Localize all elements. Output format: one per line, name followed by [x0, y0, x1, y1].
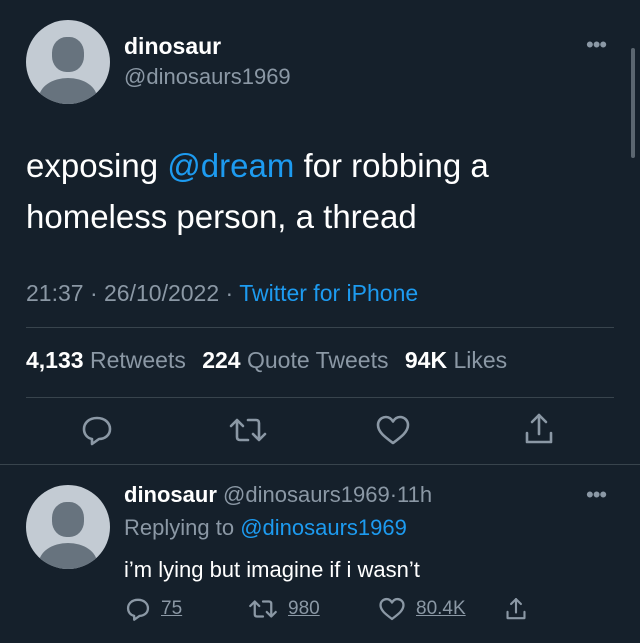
- replying-to: Replying to @dinosaurs1969: [124, 515, 407, 541]
- tweet-text: exposing @dream for robbing a homeless p…: [26, 140, 586, 242]
- more-options-icon[interactable]: •••: [586, 34, 607, 56]
- avatar-head: [52, 502, 84, 537]
- reply-author-name[interactable]: dinosaur: [124, 482, 217, 507]
- share-icon: [506, 598, 526, 620]
- reply-button[interactable]: [80, 413, 114, 447]
- tweet-source-link[interactable]: Twitter for iPhone: [239, 280, 418, 306]
- divider: [26, 397, 614, 398]
- tweet-detail-screen: dinosaur @dinosaurs1969 ••• exposing @dr…: [0, 0, 640, 643]
- scrollbar[interactable]: [631, 48, 635, 158]
- reply-header: dinosaur @dinosaurs1969·11h: [124, 482, 432, 508]
- author-avatar[interactable]: [26, 20, 110, 104]
- replying-to-mention[interactable]: @dinosaurs1969: [240, 515, 407, 540]
- share-button[interactable]: [522, 411, 556, 447]
- likes-count: 94K: [404, 347, 448, 373]
- retweets-count: 4,133: [26, 347, 84, 373]
- reply-age: 11h: [397, 482, 433, 507]
- reply-icon: [126, 598, 150, 621]
- likes-label: Likes: [453, 347, 508, 373]
- author-name[interactable]: dinosaur: [124, 33, 221, 60]
- mention-link[interactable]: @dream: [167, 147, 294, 184]
- quotes-stat[interactable]: 224 Quote Tweets: [202, 347, 388, 373]
- reply-author-handle[interactable]: @dinosaurs1969: [223, 482, 390, 507]
- reply-likes-count: 80.4K: [416, 598, 466, 619]
- quotes-count: 224: [202, 347, 241, 373]
- retweet-icon: [249, 600, 277, 618]
- reply-author-avatar[interactable]: [26, 485, 110, 569]
- reply-separator: ·: [389, 482, 398, 507]
- retweet-button[interactable]: [228, 413, 268, 447]
- divider: [26, 327, 614, 328]
- author-handle[interactable]: @dinosaurs1969: [124, 64, 291, 90]
- replying-to-label: Replying to: [124, 515, 235, 540]
- reply-share-button[interactable]: [504, 596, 528, 622]
- reply-like-button[interactable]: 80.4K: [378, 596, 466, 622]
- meta-separator: ·: [89, 280, 98, 306]
- more-options-icon[interactable]: •••: [586, 484, 607, 506]
- tweet-date: 26/10/2022: [104, 280, 220, 306]
- avatar-body: [39, 543, 97, 569]
- tweet-metadata: 21:37 · 26/10/2022 · Twitter for iPhone: [26, 280, 418, 307]
- reply-retweets-count: 980: [288, 598, 320, 619]
- reply-icon: [82, 416, 112, 446]
- reply-retweet-button[interactable]: 980: [248, 596, 320, 622]
- reply-replies-count: 75: [161, 598, 183, 619]
- retweets-stat[interactable]: 4,133 Retweets: [26, 347, 186, 373]
- retweets-label: Retweets: [89, 347, 186, 373]
- like-icon: [379, 597, 405, 621]
- avatar-head: [52, 37, 84, 72]
- tweet-text-start: exposing: [26, 147, 168, 184]
- tweet-time: 21:37: [26, 280, 84, 306]
- reply-reply-button[interactable]: 75: [125, 596, 182, 622]
- divider: [0, 464, 640, 465]
- avatar-body: [39, 78, 97, 104]
- share-icon: [525, 413, 553, 444]
- likes-stat[interactable]: 94K Likes: [405, 347, 507, 373]
- reply-text: i’m lying but imagine if i wasn’t: [124, 557, 420, 582]
- meta-separator: ·: [225, 280, 234, 306]
- like-icon: [376, 415, 410, 445]
- quotes-label: Quote Tweets: [246, 347, 389, 373]
- retweet-icon: [229, 418, 267, 442]
- tweet-stats: 4,133 Retweets 224 Quote Tweets 94K Like…: [26, 347, 507, 374]
- like-button[interactable]: [375, 413, 411, 447]
